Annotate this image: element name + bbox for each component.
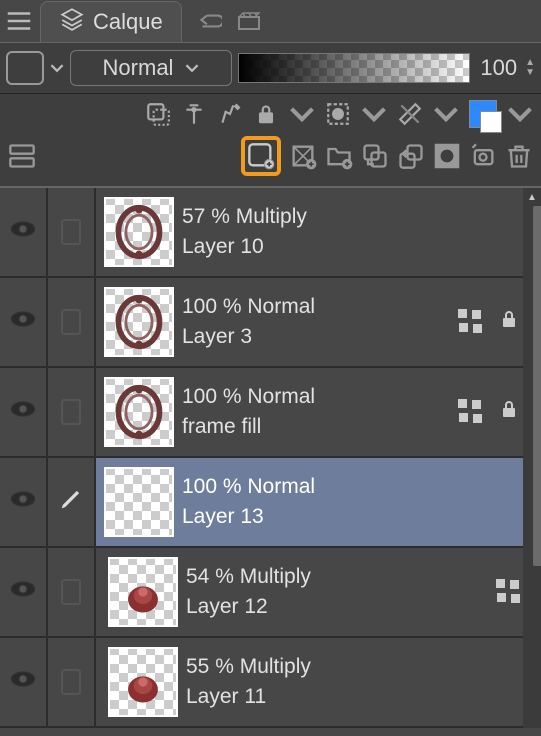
layers-icon (59, 6, 85, 38)
eye-icon (9, 665, 37, 699)
chevron-down-icon (185, 61, 199, 75)
delete-layer-icon[interactable] (505, 142, 533, 170)
ruler-disable-icon[interactable] (397, 101, 423, 127)
transfer-to-lower-icon[interactable] (361, 142, 389, 170)
scroll-up[interactable]: ▲ (523, 188, 541, 206)
layer-name: Layer 10 (182, 235, 521, 259)
layer-thumbnail[interactable] (108, 557, 178, 627)
apply-mask-icon[interactable] (469, 142, 497, 170)
reference-layer-icon[interactable] (181, 101, 207, 127)
lock-transparency-icon[interactable] (253, 101, 279, 127)
eye-icon (9, 575, 37, 609)
mask-indicator-icon (459, 400, 483, 424)
pen-icon (57, 485, 85, 519)
lock-icon (497, 307, 521, 337)
layer-row[interactable]: 100 % Normal Layer 13 (0, 458, 541, 548)
layer-row[interactable]: 57 % Multiply Layer 10 (0, 188, 541, 278)
chevron-down-icon[interactable] (433, 101, 459, 127)
edit-placeholder (61, 399, 81, 425)
layer-name: frame fill (182, 415, 459, 439)
new-vector-layer-icon[interactable] (289, 142, 317, 170)
layer-color-swatch[interactable] (6, 51, 44, 85)
swatch-dropdown[interactable] (50, 61, 64, 75)
edit-column[interactable] (48, 368, 96, 456)
undo-icon[interactable] (196, 11, 222, 31)
draft-layer-icon[interactable] (217, 101, 243, 127)
edit-placeholder (61, 669, 81, 695)
eye-icon (9, 215, 37, 249)
scrollbar[interactable]: ▲ (523, 188, 541, 728)
opacity-up[interactable]: ▲ (525, 59, 535, 67)
new-raster-layer-button[interactable] (241, 136, 281, 176)
opacity-slider[interactable] (238, 53, 470, 83)
edit-placeholder (61, 219, 81, 245)
layer-name: Layer 12 (186, 595, 497, 619)
edit-column[interactable] (48, 278, 96, 366)
dual-pane-icon[interactable] (8, 142, 36, 170)
eye-icon (9, 395, 37, 429)
hamburger-icon[interactable] (4, 6, 34, 36)
clapper-icon[interactable] (236, 11, 262, 31)
clip-to-layer-icon[interactable] (145, 101, 171, 127)
layer-row[interactable]: 100 % Normal Layer 3 (0, 278, 541, 368)
layer-info: 100 % Normal (182, 385, 459, 409)
layer-info: 55 % Multiply (186, 655, 521, 679)
layer-row[interactable]: 54 % Multiply Layer 12 (0, 548, 541, 638)
lock-icon (497, 397, 521, 427)
eye-icon (9, 485, 37, 519)
layer-row[interactable]: 55 % Multiply Layer 11 (0, 638, 541, 728)
scroll-thumb[interactable] (533, 206, 541, 566)
visibility-toggle[interactable] (0, 188, 48, 276)
mask-indicator-icon (497, 580, 521, 604)
chevron-down-icon[interactable] (289, 101, 315, 127)
visibility-toggle[interactable] (0, 368, 48, 456)
layer-info: 57 % Multiply (182, 205, 521, 229)
edit-column[interactable] (48, 458, 96, 546)
visibility-toggle[interactable] (0, 278, 48, 366)
tab-label: Calque (93, 9, 163, 35)
layer-info: 100 % Normal (182, 295, 459, 319)
edit-column[interactable] (48, 548, 96, 636)
tab-layers[interactable]: Calque (40, 1, 182, 42)
mask-indicator-icon (459, 310, 483, 334)
layer-row[interactable]: 100 % Normal frame fill (0, 368, 541, 458)
edit-column[interactable] (48, 188, 96, 276)
layer-info: 54 % Multiply (186, 565, 497, 589)
layer-thumbnail[interactable] (108, 647, 178, 717)
new-layer-mask-icon[interactable] (433, 142, 461, 170)
edit-placeholder (61, 309, 81, 335)
eye-icon (9, 305, 37, 339)
layer-name: Layer 13 (182, 505, 521, 529)
layer-info: 100 % Normal (182, 475, 521, 499)
layer-name: Layer 3 (182, 325, 459, 349)
blend-mode-value: Normal (103, 55, 174, 81)
layer-thumbnail[interactable] (104, 377, 174, 447)
edit-column[interactable] (48, 638, 96, 726)
layer-thumbnail[interactable] (104, 287, 174, 357)
layer-thumbnail[interactable] (104, 467, 174, 537)
mask-enable-icon[interactable] (325, 101, 351, 127)
chevron-down-icon[interactable] (507, 101, 533, 127)
layer-thumbnail[interactable] (104, 197, 174, 267)
layer-name: Layer 11 (186, 685, 521, 709)
blend-mode-select[interactable]: Normal (70, 50, 232, 86)
visibility-toggle[interactable] (0, 638, 48, 726)
visibility-toggle[interactable] (0, 548, 48, 636)
visibility-toggle[interactable] (0, 458, 48, 546)
edit-placeholder (61, 579, 81, 605)
layer-color-picker[interactable] (469, 100, 497, 128)
merge-to-lower-icon[interactable] (397, 142, 425, 170)
new-folder-icon[interactable] (325, 142, 353, 170)
opacity-value: 100 (480, 55, 517, 81)
opacity-down[interactable]: ▼ (525, 69, 535, 77)
chevron-down-icon[interactable] (361, 101, 387, 127)
